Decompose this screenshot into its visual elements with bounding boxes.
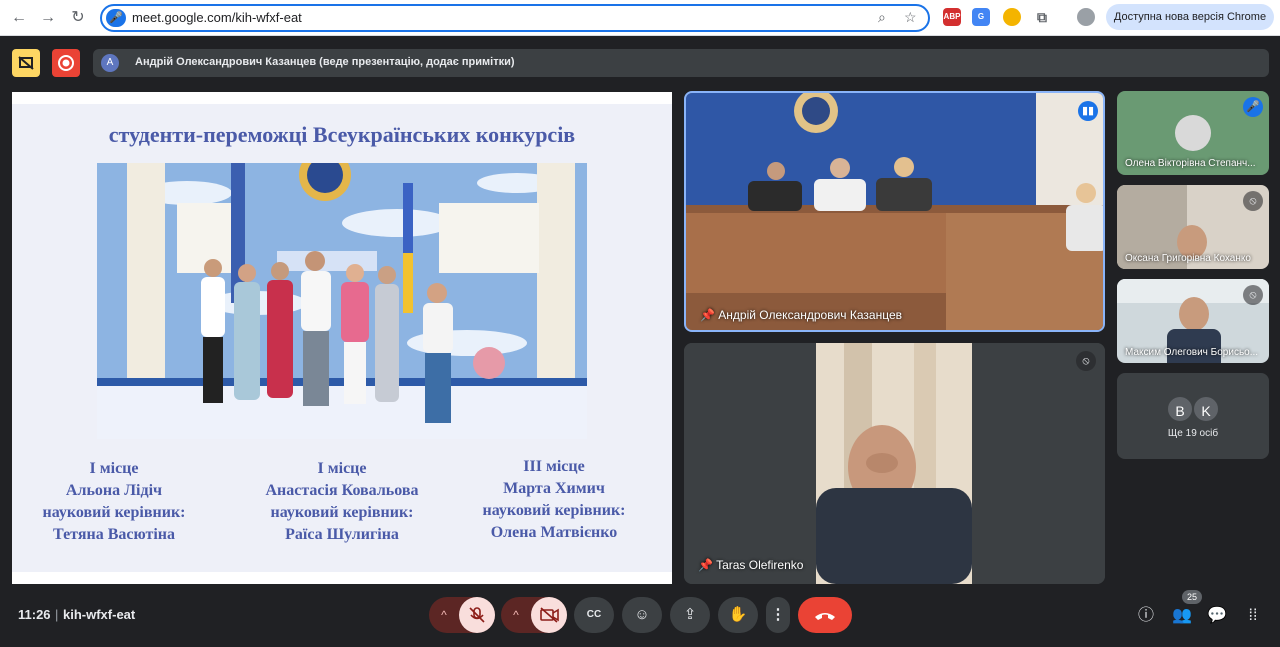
present-screen-icon[interactable]: ⇪ (670, 597, 710, 633)
participant-name: 📌 Андрій Олександрович Казанцев (700, 308, 902, 322)
chat-icon[interactable]: 💬 (1206, 605, 1228, 627)
participant-name: Максим Олегович Борисьо... (1125, 347, 1259, 358)
presentation-slide: студенти-переможці Всеукраїнських конкур… (12, 92, 672, 584)
adblock-extension-icon[interactable]: ABP (943, 8, 961, 26)
extension-globe-icon[interactable] (1003, 8, 1021, 26)
winner-supervisor: Тетяна Васютіна (53, 526, 175, 543)
presenter-banner: A Андрій Олександрович Казанцев (веде пр… (93, 49, 1269, 77)
mic-icon: 🎤 (1243, 97, 1263, 117)
winner-place: I місце (89, 460, 139, 477)
forward-arrow-icon[interactable]: → (37, 7, 59, 29)
participant-tile-side[interactable]: ⦸ Оксана Григорівна Коханко (1117, 185, 1269, 269)
more-participants-tile[interactable]: B K Ще 19 осіб (1117, 373, 1269, 459)
participant-tile-side[interactable]: 🎤 Олена Вікторівна Степанч... (1117, 91, 1269, 175)
mic-control-group: ^ (429, 597, 495, 633)
participant-tile-side[interactable]: ⦸ Максим Олегович Борисьо... (1117, 279, 1269, 363)
separator: | (55, 607, 59, 622)
people-icon[interactable]: 👥 (1171, 605, 1193, 627)
muted-mic-icon: ⦸ (1243, 285, 1263, 305)
muted-mic-icon: ⦸ (1076, 351, 1096, 371)
winner-role: науковий керівник: (482, 502, 626, 519)
speaking-indicator-icon: ▮▮ (1078, 101, 1098, 121)
chrome-update-button[interactable]: Доступна нова версія Chrome (1106, 4, 1274, 30)
back-arrow-icon[interactable]: ← (8, 7, 30, 29)
pin-icon[interactable]: 📌 (698, 558, 713, 572)
mic-options-chevron-icon[interactable]: ^ (429, 597, 459, 633)
avatar (1175, 115, 1211, 151)
winner-name: Марта Химич (503, 480, 605, 497)
slide-title: студенти-переможці Всеукраїнських конкур… (108, 122, 576, 147)
raise-hand-icon[interactable]: ✋ (718, 597, 758, 633)
more-participants-label: Ще 19 осіб (1167, 428, 1219, 439)
pin-icon[interactable]: 📌 (700, 308, 715, 322)
winner-name: Альона Лідіч (65, 482, 163, 499)
presenter-banner-text: Андрій Олександрович Казанцев (веде през… (135, 56, 515, 68)
muted-mic-icon: ⦸ (1243, 191, 1263, 211)
meeting-info-icon[interactable]: ⓘ (1135, 605, 1157, 627)
participant-name: Олена Вікторівна Степанч... (1125, 158, 1256, 169)
participant-tile-main[interactable]: ▮▮ 📌 Андрій Олександрович Казанцев (684, 91, 1105, 332)
extensions-puzzle-icon[interactable]: ⧉ (1033, 8, 1051, 26)
winner-place: I місце (317, 460, 367, 477)
winner-role: науковий керівник: (42, 504, 186, 521)
address-bar[interactable]: 🎤 meet.google.com/kih-wfxf-eat ⌕ ☆ (100, 4, 930, 32)
reload-icon[interactable]: ↻ (67, 7, 89, 29)
participant-name: Оксана Григорівна Коханко (1125, 253, 1251, 264)
recording-icon[interactable] (52, 49, 80, 77)
translate-extension-icon[interactable]: G (972, 8, 990, 26)
presentation-indicator-icon[interactable] (12, 49, 40, 77)
microphone-icon[interactable]: 🎤 (106, 9, 126, 27)
avatar (1179, 297, 1209, 331)
emoji-icon[interactable]: ☺ (622, 597, 662, 633)
camera-control-group: ^ (501, 597, 567, 633)
avatar: B (1166, 395, 1194, 423)
participant-tile-second[interactable]: ⦸ 📌 Taras Olefirenko (684, 343, 1105, 584)
meeting-time: 11:26 (18, 607, 51, 622)
winner-block: I місце Альона Лідіч науковий керівник: … (14, 458, 214, 546)
winner-name: Анастасія Ковальова (265, 482, 419, 499)
bookmark-star-icon[interactable]: ☆ (904, 9, 917, 26)
winner-place: III місце (523, 458, 585, 475)
winner-supervisor: Олена Матвієнко (490, 524, 618, 541)
winner-block: I місце Анастасія Ковальова науковий кер… (242, 458, 442, 546)
end-call-button[interactable] (798, 597, 852, 633)
avatar: A (101, 54, 119, 72)
winner-block: III місце Марта Химич науковий керівник:… (454, 456, 654, 544)
group-photo (97, 163, 587, 439)
participant-count-badge: 25 (1182, 590, 1203, 604)
more-options-icon[interactable]: ⋮ (766, 597, 790, 633)
zoom-icon[interactable]: ⌕ (878, 9, 886, 26)
winner-role: науковий керівник: (270, 504, 414, 521)
camera-toggle-button[interactable] (531, 597, 567, 633)
browser-toolbar: ← → ↻ 🎤 meet.google.com/kih-wfxf-eat ⌕ ☆… (0, 0, 1280, 36)
profile-avatar-icon[interactable] (1077, 8, 1095, 26)
url-text: meet.google.com/kih-wfxf-eat (132, 10, 302, 25)
captions-icon[interactable]: CC (574, 597, 614, 633)
activities-grid-icon[interactable]: ⁞⁞ (1242, 605, 1264, 627)
avatar: K (1192, 395, 1220, 423)
camera-options-chevron-icon[interactable]: ^ (501, 597, 531, 633)
meeting-code: kih-wfxf-eat (63, 607, 136, 622)
participant-name: 📌 Taras Olefirenko (698, 558, 804, 572)
mic-toggle-button[interactable] (459, 597, 495, 633)
winner-supervisor: Раїса Шулигіна (285, 526, 399, 543)
